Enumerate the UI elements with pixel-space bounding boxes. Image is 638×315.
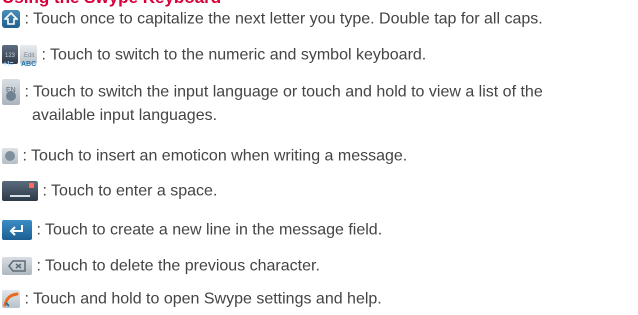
symbol-key-icon: 123 +!= [2,45,18,68]
swype-key-icon [2,289,20,308]
language-key-icon: EN [2,79,20,105]
list-item-delete: : Touch to delete the previous character… [2,255,636,276]
item-description: : Touch once to capitalize the next lett… [24,10,543,28]
enter-key-icon [2,219,32,240]
shift-key-icon [2,9,20,28]
section-heading: Using the Swype Keyboard [2,0,221,8]
space-key-icon [2,180,38,201]
item-description: : Touch to enter a space. [42,182,218,200]
list-item-shift: : Touch once to capitalize the next lett… [2,8,636,29]
item-description-continued: available input languages. [32,107,218,124]
item-description: : Touch to insert an emoticon when writi… [22,147,408,165]
abc-key-icon: Edit ABC [20,45,37,68]
emoticon-key-icon [2,147,18,164]
key-label: +!= [3,61,14,69]
item-description: : Touch and hold to open Swype settings … [24,290,382,308]
item-description: : Touch to switch the input language or … [24,83,543,101]
item-description: : Touch to create a new line in the mess… [36,221,383,239]
list-item-language: EN : Touch to switch the input language … [2,79,636,126]
list-item-symbol-keyboard: 123 +!= Edit ABC : Touch to switch to th… [2,44,636,68]
list-item-swype: : Touch and hold to open Swype settings … [2,288,636,309]
item-description: : Touch to switch to the numeric and sym… [41,46,427,64]
list-item-space: : Touch to enter a space. [2,180,636,201]
key-label: ABC [21,61,37,69]
delete-key-icon [2,256,32,275]
item-description: : Touch to delete the previous character… [36,257,320,275]
list-item-enter: : Touch to create a new line in the mess… [2,219,636,240]
list-item-emoticon: : Touch to insert an emoticon when writi… [2,145,636,166]
